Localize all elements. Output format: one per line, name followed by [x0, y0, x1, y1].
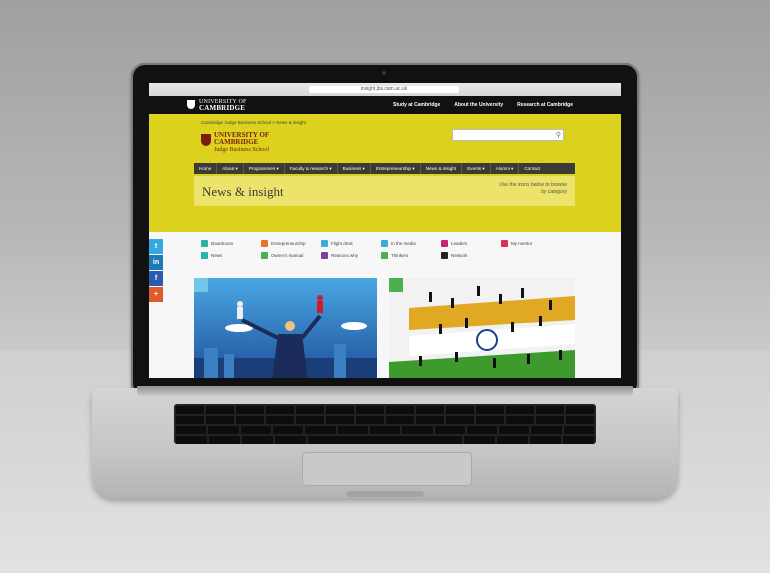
search-icon[interactable]: ⚲ [556, 131, 561, 139]
category-grid: Boardroom Entrepreneurship Flight desk In t… [201, 240, 561, 259]
laptop-hinge [137, 386, 633, 396]
category-item[interactable]: Network [441, 252, 501, 259]
category-icon [381, 240, 388, 247]
category-item[interactable]: My mentor [501, 240, 561, 247]
category-icon [441, 240, 448, 247]
category-icon [441, 252, 448, 259]
page-title: News & insight [202, 184, 284, 199]
category-item[interactable]: Flight desk [321, 240, 381, 247]
nav-alumni[interactable]: Alumni ▾ [491, 163, 520, 174]
category-item[interactable]: Entrepreneurship [261, 240, 321, 247]
nav-about-university[interactable]: About the University [454, 102, 503, 108]
category-tag-icon [389, 278, 403, 292]
article-illustration [194, 295, 377, 378]
search-input[interactable]: ⚲ [452, 129, 564, 141]
nav-programmes[interactable]: Programmes ▾ [244, 163, 285, 174]
page-subtitle: Use the icons below to browse by categor… [499, 182, 567, 195]
nav-study[interactable]: Study at Cambridge [393, 102, 440, 108]
breadcrumb[interactable]: Cambridge Judge Business School > News &… [201, 120, 306, 125]
lid-opening-notch [346, 491, 424, 497]
nav-business[interactable]: Business ▾ [338, 163, 371, 174]
category-icon [501, 240, 508, 247]
keyboard [174, 404, 596, 444]
university-nav: Study at Cambridge About the University … [393, 102, 573, 108]
article-card[interactable] [194, 278, 377, 378]
school-header: Cambridge Judge Business School > News &… [149, 114, 621, 232]
nav-research[interactable]: Research at Cambridge [517, 102, 573, 108]
category-item[interactable]: News [201, 252, 261, 259]
social-share-bar: t in f + [149, 239, 163, 303]
nav-faculty[interactable]: Faculty & research ▾ [285, 163, 338, 174]
category-item[interactable]: Owner's manual [261, 252, 321, 259]
laptop-lid: insight.jbs.cam.ac.uk UNIVERSITY OF CAMB… [131, 63, 639, 397]
category-icon [321, 252, 328, 259]
nav-contact[interactable]: Contact [519, 163, 545, 174]
laptop-base [92, 386, 678, 498]
category-icon [321, 240, 328, 247]
linkedin-icon[interactable]: in [149, 255, 163, 270]
nav-events[interactable]: Events ▾ [462, 163, 491, 174]
trackpad [302, 452, 472, 486]
category-item[interactable]: Boardroom [201, 240, 261, 247]
article-card[interactable] [389, 278, 575, 378]
nav-about[interactable]: About ▾ [217, 163, 244, 174]
facebook-icon[interactable]: f [149, 271, 163, 286]
laptop-screen: insight.jbs.cam.ac.uk UNIVERSITY OF CAMB… [149, 83, 621, 378]
category-icon [261, 252, 268, 259]
category-item[interactable]: Thinkers [381, 252, 441, 259]
category-icon [381, 252, 388, 259]
category-icon [201, 252, 208, 259]
page-title-box: News & insight Use the icons below to br… [194, 176, 575, 206]
school-crest-icon [201, 134, 211, 146]
category-item[interactable]: Reasons why [321, 252, 381, 259]
category-icon [201, 240, 208, 247]
share-plus-icon[interactable]: + [149, 287, 163, 302]
article-illustration [389, 286, 575, 378]
address-bar[interactable]: insight.jbs.cam.ac.uk [309, 86, 459, 93]
university-header: UNIVERSITY OF CAMBRIDGE Study at Cambrid… [149, 96, 621, 114]
camera-icon [382, 71, 386, 75]
category-item[interactable]: In the media [381, 240, 441, 247]
university-crest-icon [187, 100, 195, 109]
category-tag-icon [194, 278, 208, 292]
nav-entrepreneurship[interactable]: Entrepreneurship ▾ [371, 163, 421, 174]
content-area: t in f + Boardroom Entrepreneurship Flight de… [149, 232, 621, 378]
category-item[interactable]: Leaders [441, 240, 501, 247]
twitter-icon[interactable]: t [149, 239, 163, 254]
nav-news[interactable]: News & insight [421, 163, 463, 174]
category-icon [261, 240, 268, 247]
nav-home[interactable]: Home [194, 163, 218, 174]
university-logo[interactable]: UNIVERSITY OF CAMBRIDGE [199, 99, 247, 112]
browser-toolbar: insight.jbs.cam.ac.uk [149, 83, 621, 96]
main-nav: Home About ▾ Programmes ▾ Faculty & rese… [194, 163, 575, 174]
